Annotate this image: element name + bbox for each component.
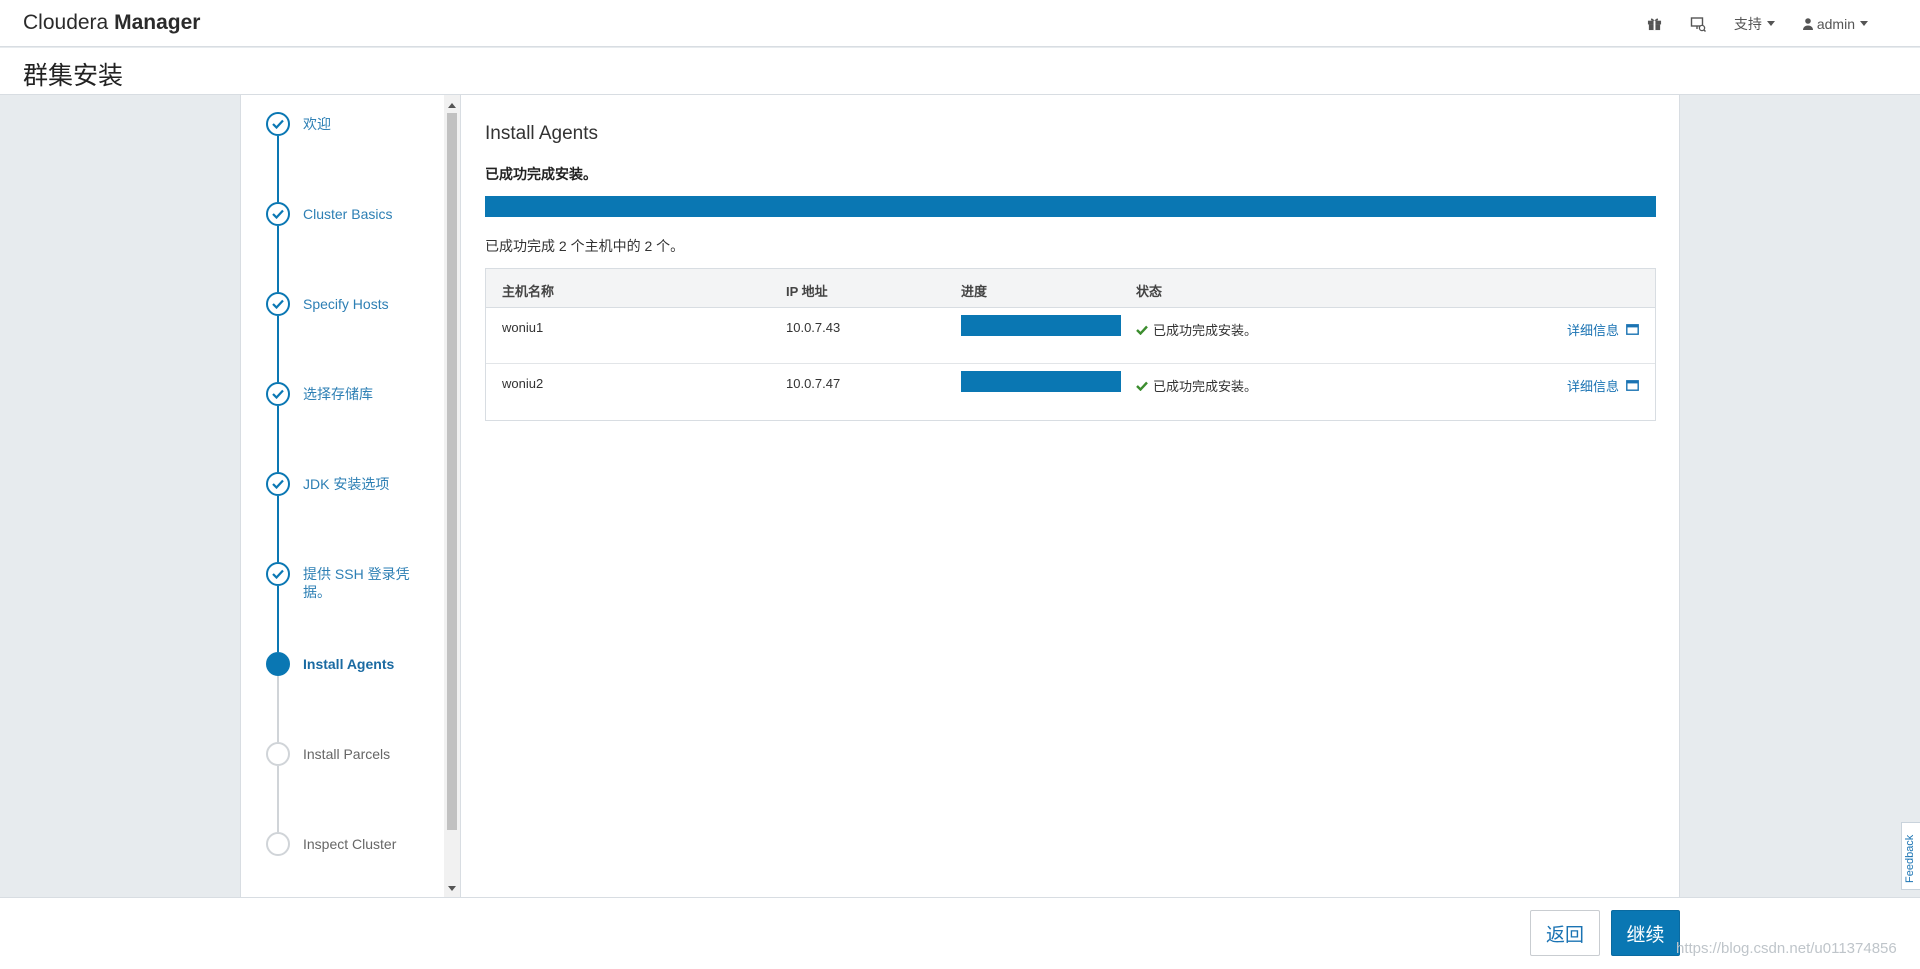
table-header: 主机名称 IP 地址 进度 状态 [486, 269, 1655, 308]
host-table: 主机名称 IP 地址 进度 状态 woniu1 10.0.7.43 已成功完成安… [485, 268, 1656, 421]
wizard-step[interactable]: 欢迎 [266, 112, 446, 152]
gift-button[interactable] [1633, 0, 1676, 47]
host-ip: 10.0.7.43 [786, 320, 841, 335]
page-header: 群集安装 [0, 48, 1920, 95]
host-status-text: 已成功完成安装。 [1153, 379, 1258, 394]
announcement-button[interactable] [1676, 0, 1720, 47]
checkmark-icon [272, 209, 284, 219]
wizard-step[interactable]: Install Agents [266, 652, 446, 692]
wizard-step-label: 欢迎 [303, 116, 331, 132]
step-pending-icon [266, 742, 290, 766]
table-row: woniu2 10.0.7.47 已成功完成安装。 详细信息 [486, 364, 1655, 420]
chevron-down-icon [1766, 21, 1775, 26]
success-message: 已成功完成安装。 [485, 166, 597, 182]
user-menu[interactable]: admin [1789, 0, 1882, 47]
column-header-progress: 进度 [961, 284, 988, 299]
step-current-icon [266, 652, 290, 676]
feedback-tab[interactable]: Feedback [1901, 822, 1920, 890]
table-row: woniu1 10.0.7.43 已成功完成安装。 详细信息 [486, 308, 1655, 364]
host-ip: 10.0.7.47 [786, 376, 841, 391]
step-complete-icon [266, 472, 290, 496]
host-name: woniu2 [502, 376, 544, 391]
watermark: https://blog.csdn.net/u011374856 [1676, 940, 1897, 957]
user-icon [1802, 17, 1813, 30]
checkmark-icon [272, 389, 284, 399]
wizard-step-label: 提供 SSH 登录凭据。 [303, 566, 410, 600]
install-summary: 已成功完成 2 个主机中的 2 个。 [485, 238, 685, 254]
section-title: Install Agents [485, 123, 599, 144]
back-button[interactable]: 返回 [1530, 910, 1600, 956]
wizard-step-label: Specify Hosts [303, 296, 389, 312]
host-progress-bar [961, 371, 1121, 392]
wizard-panel: 欢迎 Cluster Basics Specify Hosts 选择存储库 JDK 安装… [240, 95, 1680, 897]
brand-name-bold: Manager [114, 11, 201, 34]
wizard-step[interactable]: 提供 SSH 登录凭据。 [266, 562, 446, 602]
wizard-steps-sidebar: 欢迎 Cluster Basics Specify Hosts 选择存储库 JDK 安装… [241, 95, 461, 897]
host-name: woniu1 [502, 320, 544, 335]
checkmark-icon [272, 479, 284, 489]
brand-name-light: Cloudera [23, 11, 109, 34]
scroll-down-icon[interactable] [448, 886, 456, 891]
wizard-step-label: Inspect Cluster [303, 836, 397, 852]
host-progress-bar [961, 315, 1121, 336]
checkmark-icon [1136, 325, 1148, 335]
column-header-ip: IP 地址 [786, 284, 828, 299]
details-link[interactable]: 详细信息 [1567, 376, 1639, 395]
brand-logo[interactable]: Cloudera Manager [23, 11, 200, 35]
wizard-footer: 返回 继续 https://blog.csdn.net/u011374856 [0, 897, 1920, 969]
page-title: 群集安装 [23, 62, 124, 90]
column-header-status: 状态 [1136, 284, 1163, 299]
window-icon [1626, 380, 1639, 391]
overall-progress-bar [485, 196, 1656, 217]
step-complete-icon [266, 562, 290, 586]
wizard-step[interactable]: Install Parcels [266, 742, 446, 782]
details-label: 详细信息 [1566, 379, 1619, 394]
checkmark-icon [1136, 381, 1148, 391]
wizard-step[interactable]: Specify Hosts [266, 292, 446, 332]
top-navbar: Cloudera Manager 支持 admin [0, 0, 1920, 47]
wizard-step[interactable]: Cluster Basics [266, 202, 446, 242]
scrollbar-thumb[interactable] [447, 113, 457, 830]
details-label: 详细信息 [1566, 323, 1619, 338]
navbar-right: 支持 admin [1633, 0, 1882, 47]
support-menu[interactable]: 支持 [1720, 0, 1789, 47]
sidebar-scrollbar[interactable] [444, 95, 460, 897]
user-label: admin [1816, 15, 1855, 32]
feedback-label: Feedback [1904, 834, 1916, 883]
host-status: 已成功完成安装。 [1136, 376, 1257, 395]
continue-button[interactable]: 继续 [1611, 910, 1680, 956]
window-icon [1626, 324, 1639, 335]
checkmark-icon [272, 569, 284, 579]
step-complete-icon [266, 292, 290, 316]
support-label: 支持 [1733, 15, 1762, 32]
wizard-step-label: Install Agents [303, 656, 395, 672]
step-list: 欢迎 Cluster Basics Specify Hosts 选择存储库 JDK 安装… [241, 95, 443, 897]
details-link[interactable]: 详细信息 [1567, 320, 1639, 339]
column-header-host: 主机名称 [502, 284, 555, 299]
checkmark-icon [272, 299, 284, 309]
checkmark-icon [272, 119, 284, 129]
wizard-step[interactable]: 选择存储库 [266, 382, 446, 422]
wizard-step[interactable]: JDK 安装选项 [266, 472, 446, 512]
wizard-step-label: Install Parcels [303, 746, 391, 762]
announcement-icon [1690, 16, 1706, 32]
gift-icon [1647, 18, 1661, 31]
step-complete-icon [266, 382, 290, 406]
host-status: 已成功完成安装。 [1136, 320, 1257, 339]
scroll-up-icon[interactable] [448, 103, 456, 108]
wizard-step-label: 选择存储库 [303, 386, 373, 402]
step-complete-icon [266, 112, 290, 136]
wizard-step[interactable]: Inspect Cluster [266, 832, 446, 872]
step-pending-icon [266, 832, 290, 856]
chevron-down-icon [1860, 21, 1868, 26]
wizard-step-label: JDK 安装选项 [303, 476, 390, 492]
host-status-text: 已成功完成安装。 [1153, 323, 1258, 338]
wizard-step-label: Cluster Basics [303, 206, 393, 222]
step-complete-icon [266, 202, 290, 226]
